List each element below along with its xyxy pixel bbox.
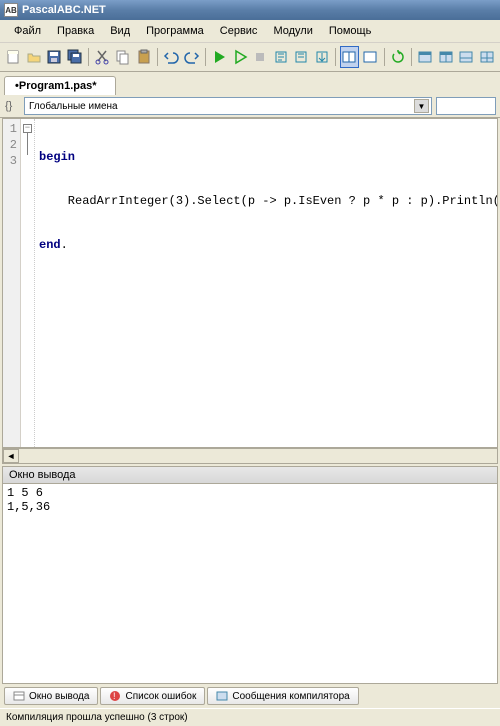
tab-bar: •Program1.pas* xyxy=(0,72,500,95)
toolbar-separator xyxy=(205,48,206,66)
window3-icon[interactable] xyxy=(457,46,476,68)
fold-toggle-icon[interactable]: − xyxy=(23,124,32,133)
menu-program[interactable]: Программа xyxy=(138,22,212,40)
paste-icon[interactable] xyxy=(134,46,153,68)
refresh-icon[interactable] xyxy=(388,46,407,68)
step-out-icon[interactable] xyxy=(313,46,332,68)
scope-combo-text: Глобальные имена xyxy=(27,101,414,112)
layout-split-icon[interactable] xyxy=(340,46,359,68)
output-panel: Окно вывода 1 5 6 1,5,36 xyxy=(0,464,500,684)
new-file-icon[interactable] xyxy=(4,46,23,68)
run-icon[interactable] xyxy=(210,46,229,68)
horizontal-scrollbar[interactable]: ◄ xyxy=(2,448,498,464)
undo-icon[interactable] xyxy=(162,46,181,68)
copy-icon[interactable] xyxy=(114,46,133,68)
fold-column: − xyxy=(21,119,35,447)
step-into-icon[interactable] xyxy=(271,46,290,68)
open-file-icon[interactable] xyxy=(25,46,44,68)
menu-bar: Файл Правка Вид Программа Сервис Модули … xyxy=(0,20,500,43)
run-debug-icon[interactable] xyxy=(230,46,249,68)
toolbar-separator xyxy=(384,48,385,66)
keyword: end xyxy=(39,238,61,252)
output-icon xyxy=(13,690,25,702)
toolbar-separator xyxy=(157,48,158,66)
keyword: begin xyxy=(39,150,75,164)
scroll-left-icon[interactable]: ◄ xyxy=(3,449,19,463)
code-editor[interactable]: 1 2 3 − begin ReadArrInteger(3).Select(p… xyxy=(2,118,498,448)
fold-line xyxy=(27,133,28,155)
output-panel-header: Окно вывода xyxy=(2,466,498,484)
svg-text:{}: {} xyxy=(5,100,13,112)
bottom-tab-bar: Окно вывода ! Список ошибок Сообщения ко… xyxy=(0,684,500,708)
save-all-icon[interactable] xyxy=(66,46,85,68)
tab-errors[interactable]: ! Список ошибок xyxy=(100,687,205,705)
tab-output[interactable]: Окно вывода xyxy=(4,687,98,705)
toolbar xyxy=(0,43,500,72)
line-gutter: 1 2 3 xyxy=(3,119,21,447)
layout-single-icon[interactable] xyxy=(361,46,380,68)
window1-icon[interactable] xyxy=(416,46,435,68)
window4-icon[interactable] xyxy=(478,46,497,68)
save-icon[interactable] xyxy=(45,46,64,68)
app-icon: AB xyxy=(4,3,18,17)
toolbar-separator xyxy=(335,48,336,66)
title-bar: AB PascalABC.NET xyxy=(0,0,500,20)
editor-container: 1 2 3 − begin ReadArrInteger(3).Select(p… xyxy=(0,118,500,464)
cut-icon[interactable] xyxy=(93,46,112,68)
toolbar-separator xyxy=(411,48,412,66)
window2-icon[interactable] xyxy=(436,46,455,68)
menu-file[interactable]: Файл xyxy=(6,22,49,40)
menu-view[interactable]: Вид xyxy=(102,22,138,40)
tab-messages[interactable]: Сообщения компилятора xyxy=(207,687,358,705)
toolbar-separator xyxy=(88,48,89,66)
stop-icon[interactable] xyxy=(251,46,270,68)
menu-modules[interactable]: Модули xyxy=(265,22,320,40)
window-title: PascalABC.NET xyxy=(22,4,106,16)
chevron-down-icon[interactable]: ▼ xyxy=(414,99,429,113)
menu-service[interactable]: Сервис xyxy=(212,22,266,40)
step-over-icon[interactable] xyxy=(292,46,311,68)
code-text-area[interactable]: begin ReadArrInteger(3).Select(p -> p.Is… xyxy=(35,119,497,447)
errors-icon: ! xyxy=(109,690,121,702)
scope-combo[interactable]: Глобальные имена ▼ xyxy=(24,97,432,115)
status-text: Компиляция прошла успешно (3 строк) xyxy=(6,712,188,723)
navigation-row: {} Глобальные имена ▼ xyxy=(0,95,500,118)
file-tab[interactable]: •Program1.pas* xyxy=(4,76,116,95)
status-bar: Компиляция прошла успешно (3 строк) xyxy=(0,708,500,726)
redo-icon[interactable] xyxy=(182,46,201,68)
scope-icon: {} xyxy=(4,97,20,113)
member-combo[interactable] xyxy=(436,97,496,115)
output-text[interactable]: 1 5 6 1,5,36 xyxy=(2,484,498,684)
svg-text:!: ! xyxy=(113,691,116,701)
menu-help[interactable]: Помощь xyxy=(321,22,380,40)
messages-icon xyxy=(216,690,228,702)
tab-label: •Program1.pas* xyxy=(15,80,97,92)
menu-edit[interactable]: Правка xyxy=(49,22,102,40)
